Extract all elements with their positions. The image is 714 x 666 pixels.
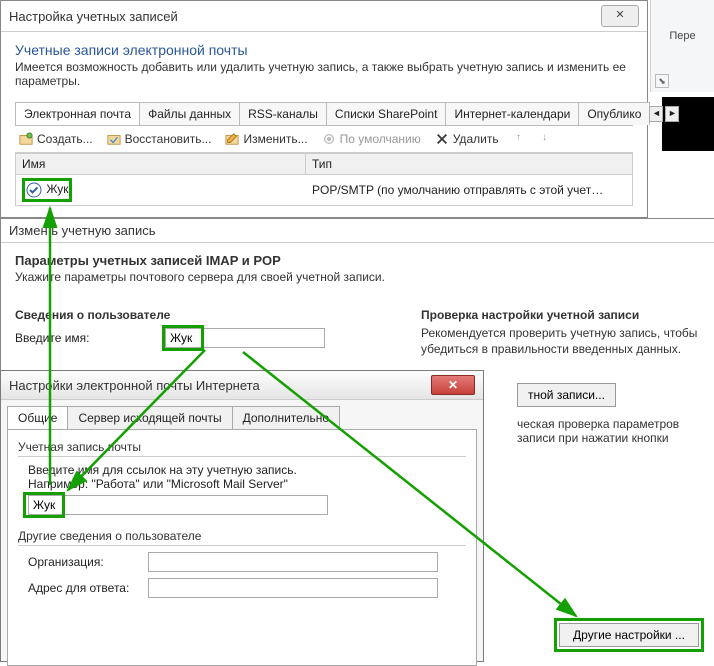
column-type[interactable]: Тип — [306, 154, 632, 174]
email-accounts-heading: Учетные записи электронной почты — [15, 42, 633, 58]
repair-account-button[interactable]: Восстановить... — [107, 132, 212, 146]
auto-test-text-2: записи при нажатии кнопки — [517, 431, 700, 445]
more-settings-button[interactable]: Другие настройки ... — [559, 623, 699, 647]
imap-pop-subtext: Укажите параметры почтового сервера для … — [15, 270, 700, 284]
account-list-header: Имя Тип — [15, 153, 633, 175]
imap-pop-heading: Параметры учетных записей IMAP и POP — [15, 253, 700, 268]
account-name-cell: Жук — [46, 182, 68, 196]
tab-data-files[interactable]: Файлы данных — [139, 102, 240, 125]
repair-icon — [107, 132, 121, 146]
column-name[interactable]: Имя — [16, 154, 306, 174]
internet-settings-tabs: Общие Сервер исходящей почты Дополнитель… — [7, 406, 477, 430]
dialog2-titlebar: Измен ь учетную запись — [1, 219, 714, 243]
account-hint-line2: Например: "Работа" или "Microsoft Mail S… — [28, 477, 466, 491]
set-default-label: По умолчанию — [340, 132, 421, 146]
test-settings-desc: Рекомендуется проверить учетную запись, … — [421, 326, 700, 357]
highlight-more-settings: Другие настройки ... — [554, 618, 704, 652]
delete-account-label: Удалить — [453, 132, 499, 146]
dialog3-titlebar: Настройки электронной почты Интернета ✕ — [1, 371, 483, 400]
auto-test-text-1: ческая проверка параметров — [517, 417, 700, 431]
your-name-input[interactable] — [165, 328, 325, 348]
account-type-cell: POP/SMTP (по умолчанию отправлять с этой… — [306, 180, 632, 200]
user-info-heading: Сведения о пользователе — [15, 308, 385, 322]
default-icon — [322, 132, 336, 146]
create-account-button[interactable]: Создать... — [19, 132, 93, 146]
tab-rss[interactable]: RSS-каналы — [239, 102, 327, 125]
account-hint-line1: Введите имя для ссылок на эту учетную за… — [28, 463, 466, 477]
tab-general[interactable]: Общие — [7, 406, 68, 429]
organization-label: Организация: — [28, 555, 148, 569]
tabs-scroll-right[interactable]: ► — [665, 106, 679, 122]
account-settings-dialog: Настройка учетных записей ✕ Учетные запи… — [0, 0, 648, 218]
reply-address-input[interactable] — [148, 578, 438, 598]
delete-account-button[interactable]: Удалить — [435, 132, 499, 146]
change-account-button[interactable]: Изменить... — [225, 132, 307, 146]
account-default-icon — [25, 181, 43, 199]
change-account-label: Изменить... — [243, 132, 307, 146]
ribbon-fragment: Пере ⬊ — [650, 0, 714, 92]
account-category-tabs: Электронная почта Файлы данных RSS-канал… — [15, 102, 633, 126]
delete-icon — [435, 132, 449, 146]
tab-advanced[interactable]: Дополнительно — [232, 406, 340, 429]
new-icon — [19, 132, 33, 146]
close-button[interactable]: ✕ — [601, 5, 639, 27]
tab-sharepoint[interactable]: Списки SharePoint — [326, 102, 447, 125]
highlight-account-name: Жук — [22, 178, 72, 202]
test-account-button[interactable]: тной записи... — [517, 383, 616, 407]
tab-outgoing-server[interactable]: Сервер исходящей почты — [67, 406, 232, 429]
ribbon-expand-icon[interactable]: ⬊ — [655, 74, 669, 88]
close-button-red[interactable]: ✕ — [431, 375, 475, 395]
tab-email[interactable]: Электронная почта — [15, 102, 140, 125]
create-account-label: Создать... — [37, 132, 93, 146]
dialog2-title: Измен ь учетную запись — [9, 223, 155, 238]
account-row[interactable]: Жук POP/SMTP (по умолчанию отправлять с … — [15, 175, 633, 206]
other-user-info-group-label: Другие сведения о пользователе — [18, 529, 466, 546]
reply-address-label: Адрес для ответа: — [28, 581, 148, 595]
test-settings-heading: Проверка настройки учетной записи — [421, 308, 700, 322]
account-name-input[interactable] — [28, 495, 328, 515]
set-default-button[interactable]: По умолчанию — [322, 132, 421, 146]
internet-email-settings-dialog: Настройки электронной почты Интернета ✕ … — [0, 370, 484, 662]
tabs-scroll-left[interactable]: ◄ — [649, 106, 663, 122]
enter-name-label: Введите имя: — [15, 331, 165, 345]
edit-icon — [225, 132, 239, 146]
organization-input[interactable] — [148, 552, 438, 572]
mail-account-group-label: Учетная запись почты — [18, 440, 466, 457]
dialog3-title: Настройки электронной почты Интернета — [9, 378, 260, 393]
tab-internet-calendars[interactable]: Интернет-календари — [445, 102, 579, 125]
dialog1-titlebar: Настройка учетных записей ✕ — [1, 1, 647, 32]
tab-published[interactable]: Опублико — [578, 102, 650, 125]
ribbon-group-label: Пере — [651, 30, 714, 42]
email-accounts-subtext: Имеется возможность добавить или удалить… — [15, 60, 633, 88]
repair-account-label: Восстановить... — [125, 132, 212, 146]
dialog1-title: Настройка учетных записей — [9, 9, 178, 24]
move-up-button[interactable]: ↑ — [513, 132, 525, 146]
move-down-button[interactable]: ↓ — [539, 132, 551, 146]
account-toolbar: Создать... Восстановить... Изменить... П… — [15, 126, 633, 153]
